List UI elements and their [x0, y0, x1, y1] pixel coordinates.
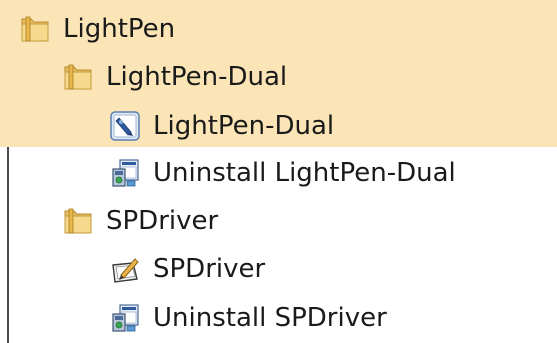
uninstall-icon — [109, 157, 141, 189]
pen-app-icon — [109, 110, 141, 142]
tree-item-label: SPDriver — [106, 206, 219, 236]
uninstall-icon — [109, 302, 141, 334]
tree-item-spdriver-app[interactable]: SPDriver — [0, 245, 557, 293]
folder-icon — [19, 13, 51, 45]
start-menu-tree: LightPen LightPen-Dual LightPen-Dual Uni… — [0, 0, 557, 343]
tree-item-label: LightPen-Dual — [153, 111, 335, 141]
tree-item-label: Uninstall LightPen-Dual — [153, 158, 456, 188]
tree-item-lightpen-folder[interactable]: LightPen — [0, 5, 557, 53]
tree-item-lightpen-dual-folder[interactable]: LightPen-Dual — [0, 53, 557, 101]
tablet-pen-icon — [109, 253, 141, 285]
tree-item-uninstall-lightpen-dual[interactable]: Uninstall LightPen-Dual — [0, 149, 557, 197]
tree-item-label: LightPen — [63, 14, 176, 44]
tree-item-label: SPDriver — [153, 254, 266, 284]
tree-item-uninstall-spdriver[interactable]: Uninstall SPDriver — [0, 294, 557, 342]
tree-item-label: LightPen-Dual — [106, 62, 288, 92]
tree-item-label: Uninstall SPDriver — [153, 303, 387, 333]
tree-item-lightpen-dual-app[interactable]: LightPen-Dual — [0, 102, 557, 150]
folder-icon — [62, 61, 94, 93]
tree-item-spdriver-folder[interactable]: SPDriver — [0, 197, 557, 245]
folder-icon — [62, 205, 94, 237]
